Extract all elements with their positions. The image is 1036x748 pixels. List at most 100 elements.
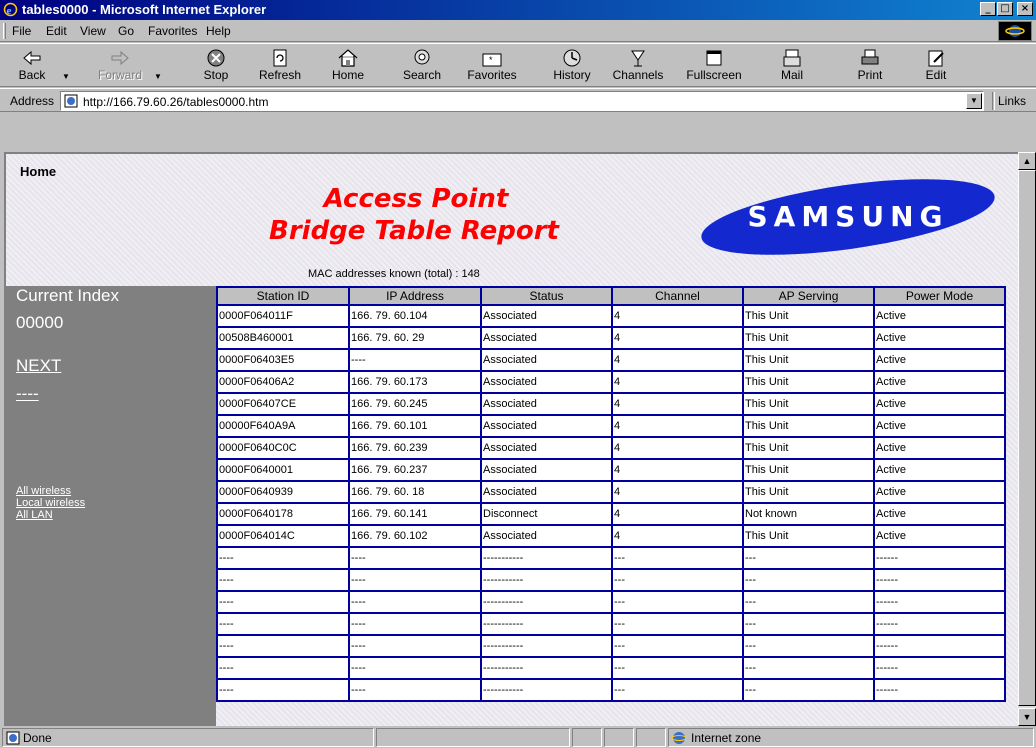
home-button[interactable]: Home <box>320 46 376 86</box>
local-wireless-link[interactable]: Local wireless <box>16 497 85 509</box>
cell-ap-serving: This Unit <box>742 414 875 438</box>
cell-channel: 4 <box>611 348 744 372</box>
all-wireless-link[interactable]: All wireless <box>16 485 71 497</box>
stop-button[interactable]: Stop <box>188 46 244 86</box>
search-button[interactable]: Search <box>394 46 450 86</box>
menu-favorites[interactable]: Favorites <box>148 24 197 38</box>
scroll-up-icon[interactable]: ▲ <box>1018 152 1036 170</box>
home-link[interactable]: Home <box>20 164 56 179</box>
cell-ap-serving: --- <box>742 678 875 702</box>
table-row: 0000F06407CE 166. 79. 60.245 Associated 4 Th… <box>216 392 1006 416</box>
internet-zone-icon <box>672 732 686 744</box>
table-row: ---- ---- ----------- --- --- ------ <box>216 656 1006 680</box>
channels-icon <box>631 50 645 67</box>
current-index-label: Current Index <box>16 286 119 305</box>
refresh-label: Refresh <box>258 68 302 82</box>
menu-view[interactable]: View <box>80 24 106 38</box>
fullscreen-button[interactable]: Fullscreen <box>686 46 742 86</box>
cell-power-mode: ------ <box>873 656 1006 680</box>
cell-station-id: 0000F0640939 <box>216 480 350 504</box>
cell-power-mode: Active <box>873 304 1006 328</box>
cell-ap-serving: Not known <box>742 502 875 526</box>
header-ip-address: IP Address <box>348 286 482 306</box>
scroll-down-icon[interactable]: ▼ <box>1018 708 1036 726</box>
menu-go[interactable]: Go <box>118 24 134 38</box>
menubar-grip[interactable] <box>3 23 6 39</box>
vertical-scrollbar[interactable]: ▲ ▼ <box>1018 152 1036 726</box>
mail-label: Mail <box>780 68 803 82</box>
edit-icon <box>928 50 944 67</box>
all-lan-link[interactable]: All LAN <box>16 509 53 521</box>
maximize-button[interactable]: □ <box>997 2 1013 16</box>
print-icon <box>861 49 879 65</box>
cell-status: Associated <box>480 524 613 548</box>
stop-label: Stop <box>203 68 229 82</box>
cell-ap-serving: --- <box>742 612 875 636</box>
cell-station-id: ---- <box>216 590 350 614</box>
print-button[interactable]: Print <box>842 46 898 86</box>
menu-file[interactable]: File <box>12 24 31 38</box>
cell-ap-serving: --- <box>742 590 875 614</box>
cell-ip-address: ---- <box>348 612 482 636</box>
cell-channel: 4 <box>611 480 744 504</box>
fullscreen-icon <box>706 50 722 66</box>
cell-ap-serving: --- <box>742 634 875 658</box>
cell-power-mode: ------ <box>873 612 1006 636</box>
cell-power-mode: ------ <box>873 568 1006 592</box>
menu-help[interactable]: Help <box>206 24 231 38</box>
history-button[interactable]: History <box>544 46 600 86</box>
cell-channel: 4 <box>611 502 744 526</box>
address-url: http://166.79.60.26/tables0000.htm <box>83 95 269 109</box>
refresh-button[interactable]: Refresh <box>252 46 308 86</box>
scroll-thumb[interactable] <box>1018 170 1036 706</box>
menu-edit[interactable]: Edit <box>46 24 67 38</box>
cell-ap-serving: --- <box>742 568 875 592</box>
mac-known-count: MAC addresses known (total) : 148 <box>308 268 480 280</box>
forward-button[interactable]: Forward <box>92 46 148 86</box>
mail-button[interactable]: Mail <box>764 46 820 86</box>
edit-button[interactable]: Edit <box>908 46 964 86</box>
window-titlebar: e tables0000 - Microsoft Internet Explor… <box>0 0 1036 20</box>
status-pane-3 <box>572 728 602 747</box>
status-pane-4 <box>604 728 634 747</box>
cell-channel: 4 <box>611 524 744 548</box>
channels-button[interactable]: Channels <box>610 46 666 86</box>
address-input[interactable]: http://166.79.60.26/tables0000.htm ▼ <box>60 91 984 111</box>
address-bar: Address http://166.79.60.26/tables0000.h… <box>0 88 1036 112</box>
table-row: 0000F0640001 166. 79. 60.237 Associated 4 Th… <box>216 458 1006 482</box>
minimize-button[interactable]: _ <box>980 2 996 16</box>
back-label: Back <box>18 68 46 82</box>
cell-status: Associated <box>480 392 613 416</box>
table-row: 0000F064011F 166. 79. 60.104 Associated 4 Th… <box>216 304 1006 328</box>
favorites-button[interactable]: * Favorites <box>464 46 520 86</box>
history-icon <box>563 49 581 67</box>
cell-ap-serving: This Unit <box>742 480 875 504</box>
cell-power-mode: ------ <box>873 678 1006 702</box>
cell-channel: --- <box>611 634 744 658</box>
forward-dropdown-icon[interactable]: ▼ <box>154 72 162 81</box>
links-button[interactable]: Links <box>998 94 1026 108</box>
status-zone-pane: Internet zone <box>668 728 1034 747</box>
table-row: ---- ---- ----------- --- --- ------ <box>216 590 1006 614</box>
back-button[interactable]: Back <box>4 46 60 86</box>
cell-channel: 4 <box>611 436 744 460</box>
previous-link[interactable]: ---- <box>16 384 39 404</box>
menu-bar: File Edit View Go Favorites Help <box>0 20 1036 42</box>
cell-power-mode: ------ <box>873 546 1006 570</box>
next-link[interactable]: NEXT <box>16 356 61 376</box>
search-label: Search <box>402 68 442 82</box>
table-header-row: Station ID IP Address Status Channel AP … <box>216 286 1006 306</box>
cell-station-id: ---- <box>216 546 350 570</box>
favorites-label: Favorites <box>467 68 517 82</box>
back-dropdown-icon[interactable]: ▼ <box>62 72 70 81</box>
fullscreen-label: Fullscreen <box>686 68 742 82</box>
svg-text:e: e <box>7 5 12 17</box>
forward-label: Forward <box>97 68 142 82</box>
cell-station-id: 00000F640A9A <box>216 414 350 438</box>
close-button[interactable]: × <box>1017 2 1033 16</box>
channels-label: Channels <box>612 68 664 82</box>
cell-station-id: 00508B460001 <box>216 326 350 350</box>
cell-power-mode: ------ <box>873 634 1006 658</box>
address-dropdown-icon[interactable]: ▼ <box>966 93 982 109</box>
cell-power-mode: Active <box>873 370 1006 394</box>
